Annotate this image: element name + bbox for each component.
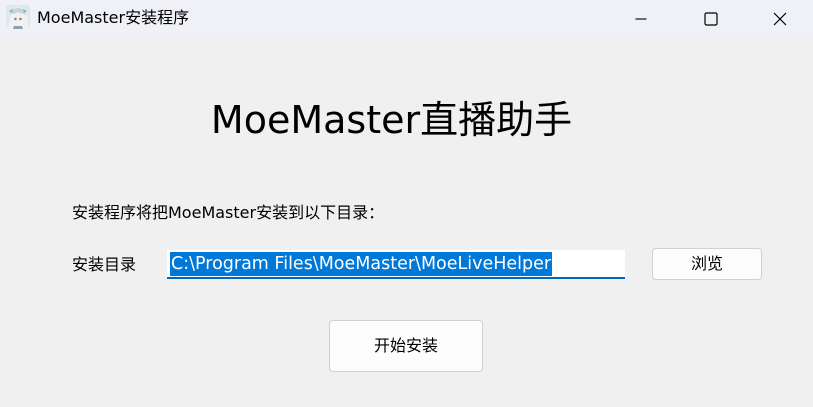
maximize-icon (704, 12, 718, 26)
start-install-button[interactable]: 开始安装 (329, 320, 483, 372)
installer-window: MoeMaster安装程序 MoeMaster直播助手 安装程序将把MoeMas… (0, 0, 813, 407)
title-bar[interactable]: MoeMaster安装程序 (0, 0, 813, 38)
minimize-icon (635, 13, 647, 25)
minimize-button[interactable] (617, 0, 665, 38)
window-title: MoeMaster安装程序 (37, 8, 190, 27)
close-icon (773, 12, 787, 26)
install-description: 安装程序将把MoeMaster安装到以下目录： (72, 203, 385, 222)
install-dir-value: C:\Program Files\MoeMaster\MoeLiveHelper (170, 252, 553, 276)
install-dir-input[interactable]: C:\Program Files\MoeMaster\MoeLiveHelper (167, 250, 625, 279)
close-button[interactable] (756, 0, 804, 38)
maximize-button[interactable] (687, 0, 735, 38)
page-title: MoeMaster直播助手 (210, 98, 573, 142)
app-icon (6, 5, 30, 29)
install-dir-label: 安装目录 (72, 255, 137, 274)
browse-button[interactable]: 浏览 (652, 248, 762, 280)
